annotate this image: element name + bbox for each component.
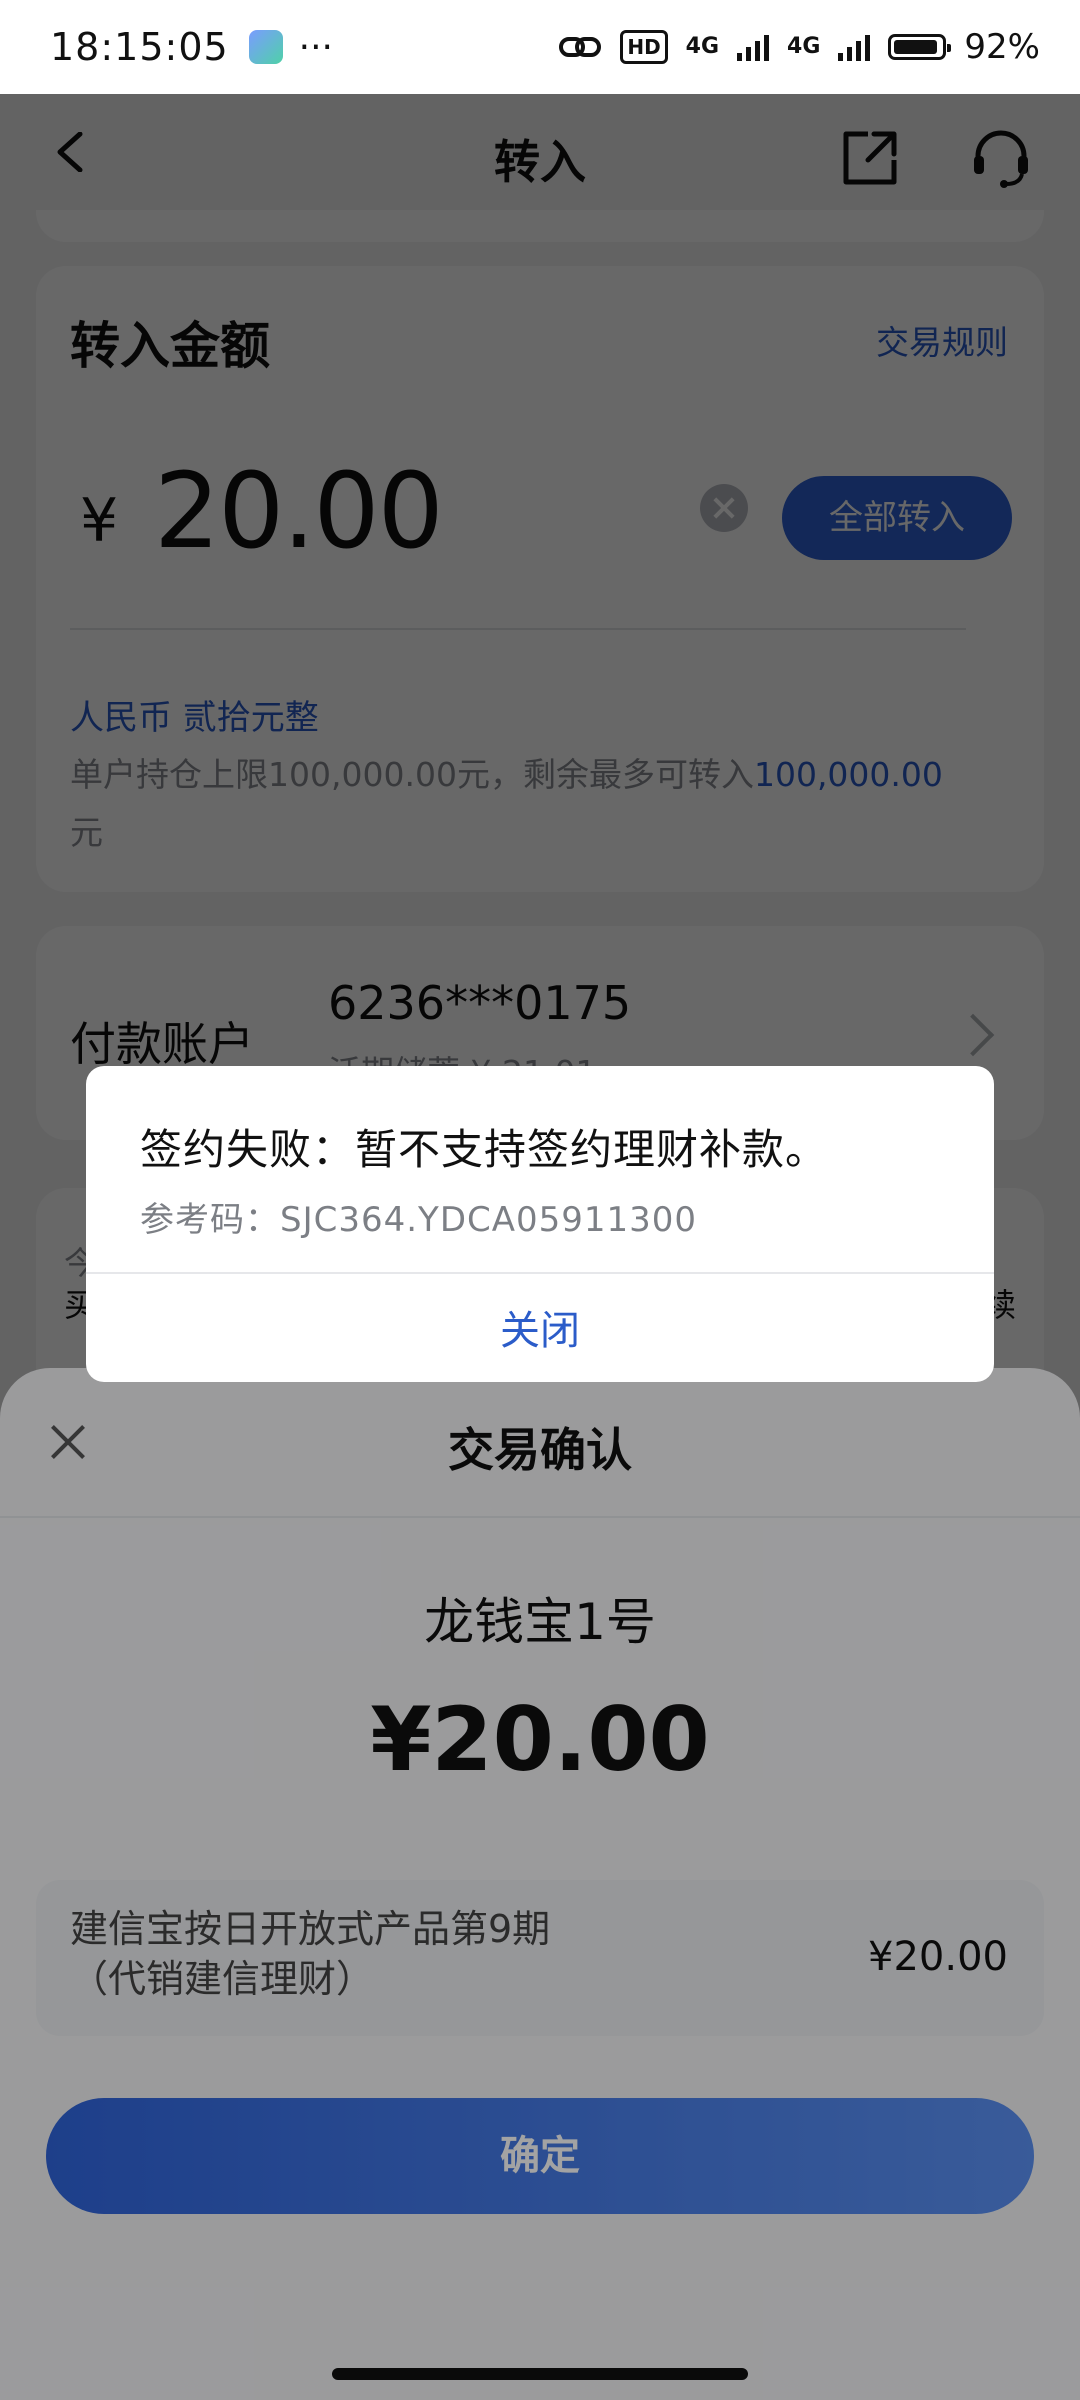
more-notifications-icon: ··· xyxy=(298,26,334,68)
reference-code-label: 参考码： xyxy=(140,1200,280,1240)
gallery-app-icon xyxy=(248,30,283,64)
link-icon xyxy=(559,37,602,57)
status-bar: 18:15:05 ··· HD 4G 4G 92% xyxy=(0,0,1080,94)
signal-icon-1 xyxy=(737,33,770,61)
status-time: 18:15:05 xyxy=(50,25,229,69)
dialog-close-button[interactable]: 关闭 xyxy=(86,1298,994,1356)
hd-icon: HD xyxy=(620,30,668,64)
dialog-divider xyxy=(86,1272,994,1274)
reference-code-value: SJC364.YDCA05911300 xyxy=(280,1200,698,1240)
reference-code: 参考码：SJC364.YDCA05911300 xyxy=(140,1192,697,1241)
network-4g-label-2: 4G xyxy=(787,34,821,59)
signal-icon-2 xyxy=(838,33,871,61)
battery-icon xyxy=(888,34,952,60)
error-dialog: 签约失败：暂不支持签约理财补款。 参考码：SJC364.YDCA05911300… xyxy=(86,1066,994,1382)
network-4g-label-1: 4G xyxy=(685,34,720,59)
status-right: HD 4G 4G 92% xyxy=(558,0,1040,94)
battery-level: 92% xyxy=(964,27,1040,67)
dialog-message: 签约失败：暂不支持签约理财补款。 xyxy=(140,1125,829,1174)
